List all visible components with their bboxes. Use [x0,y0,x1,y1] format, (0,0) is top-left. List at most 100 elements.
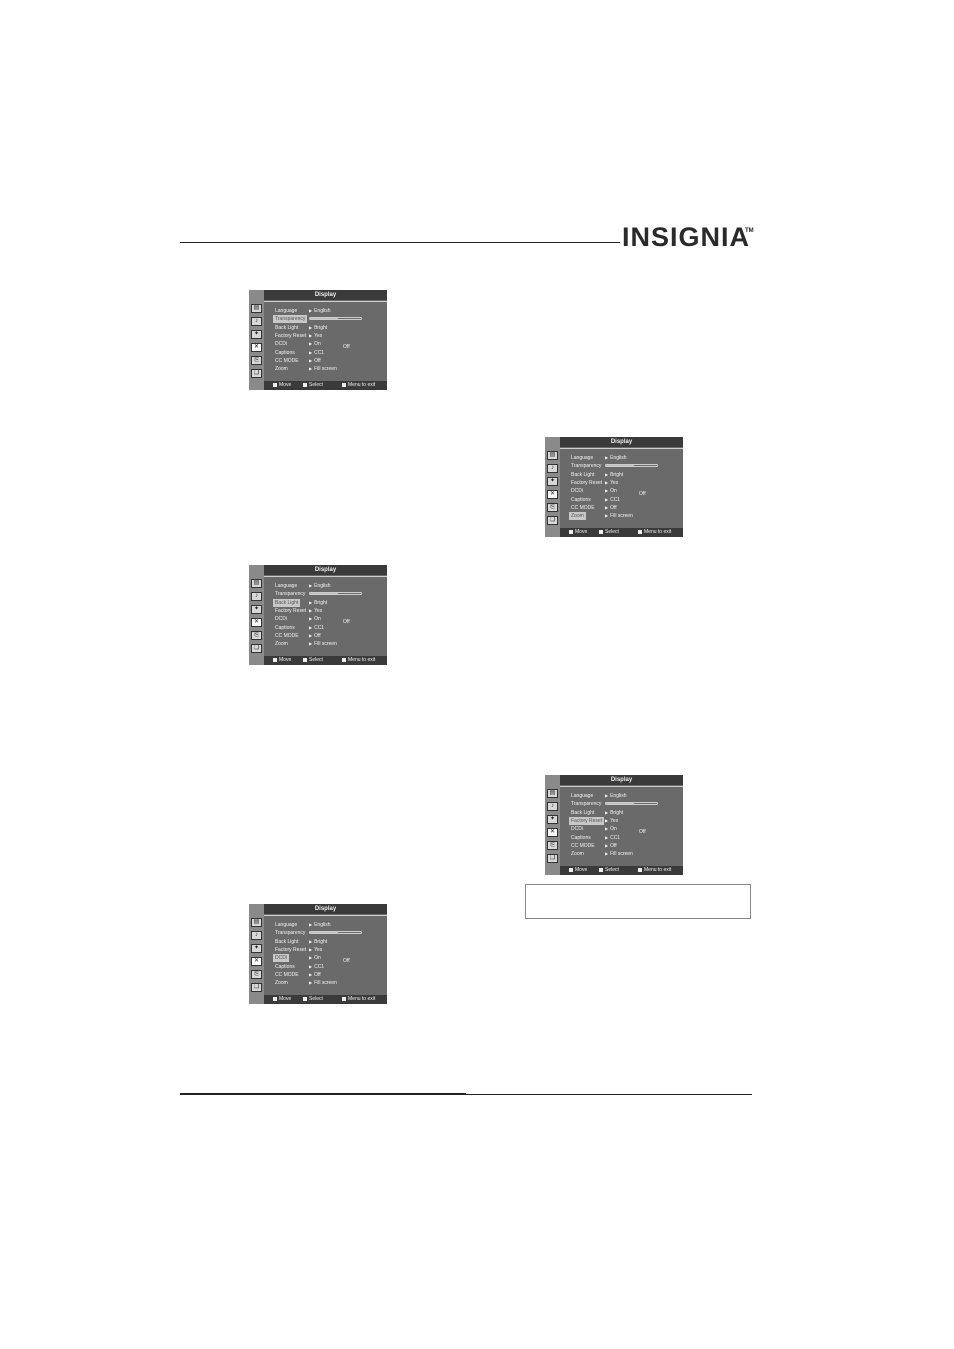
menu-row[interactable]: Back Light ▶ Bright [264,324,387,332]
menu-row[interactable]: Language ▶ English [560,454,683,462]
menu-row[interactable]: CC MODE ▶ Off [264,357,387,365]
menu-row[interactable]: Factory Reset ▶ Yes [264,607,387,615]
parental-icon[interactable]: ❑ [547,854,558,863]
menu-row[interactable]: Zoom ▶ Fill screen [560,512,683,521]
transparency-slider[interactable] [309,592,362,596]
menu-row[interactable]: Transparency [264,315,387,324]
osd-menu-zoom: ▤ ♪ ✦ ✕ ⎘ ❑ Display Language ▶ English Transparenc… [545,437,683,537]
menu-row[interactable]: CC MODE ▶ Off [264,971,387,979]
sound-icon[interactable]: ♪ [251,592,262,601]
picture-icon[interactable]: ▤ [251,918,262,927]
menu-row[interactable]: CC MODE ▶ Off [560,504,683,512]
menu-row[interactable]: Language ▶ English [264,582,387,590]
menu-row[interactable]: Language ▶ English [264,921,387,929]
footer-hint-select: Select [303,995,323,1004]
menu-row[interactable]: Transparency [264,590,387,598]
menu-key-icon [342,996,346,1001]
menu-row-label: Captions [571,496,591,503]
picture-icon[interactable]: ▤ [547,451,558,460]
menu-row[interactable]: Factory Reset ▶ Yes [560,816,683,825]
footer-hint-text: Move [575,529,588,535]
menu-row[interactable]: DCDi ▶ On [264,615,387,623]
menu-row-label: CC MODE [275,971,299,978]
menu-row[interactable]: Back Light ▶ Bright [264,598,387,607]
menu-row[interactable]: CC MODE ▶ Off [264,632,387,640]
transparency-slider[interactable] [309,931,362,935]
parental-icon[interactable]: ❑ [251,369,262,378]
menu-row[interactable]: DCDi ▶ On [560,825,683,833]
sound-icon[interactable]: ♪ [547,464,558,473]
input-icon[interactable]: ⎘ [251,970,262,979]
setup-icon[interactable]: ✕ [251,618,262,627]
menu-row[interactable]: Captions ▶ CC1 [560,496,683,504]
channel-icon[interactable]: ✦ [547,815,558,824]
right-arrow-icon: ▶ [605,809,609,815]
menu-row[interactable]: CC MODE ▶ Off [560,842,683,850]
menu-row[interactable]: Transparency [560,800,683,808]
right-arrow-icon: ▶ [309,349,313,355]
transparency-slider[interactable] [309,317,362,321]
channel-icon[interactable]: ✦ [251,605,262,614]
menu-row-label: Language [275,308,298,314]
menu-row[interactable]: Transparency [264,929,387,937]
input-icon[interactable]: ⎘ [251,631,262,640]
picture-icon[interactable]: ▤ [251,579,262,588]
menu-row-value: ▶ Bright [605,471,623,479]
menu-row[interactable]: Factory Reset ▶ Yes [264,332,387,340]
input-icon[interactable]: ⎘ [251,356,262,365]
setup-icon[interactable]: ✕ [251,343,262,352]
picture-icon[interactable]: ▤ [251,304,262,313]
transparency-slider[interactable] [605,464,658,468]
setup-icon[interactable]: ✕ [251,957,262,966]
menu-row[interactable]: DCDi ▶ On [264,954,387,963]
menu-row[interactable]: Captions ▶ CC1 [264,963,387,971]
parental-icon[interactable]: ❑ [251,644,262,653]
menu-row[interactable]: Language ▶ English [264,307,387,315]
menu-row-label: Factory Reset [275,946,307,953]
menu-row[interactable]: DCDi ▶ On [264,340,387,348]
menu-row[interactable]: Language ▶ English [560,792,683,800]
menu-row[interactable]: Back Light ▶ Bright [264,938,387,946]
setup-icon[interactable]: ✕ [547,828,558,837]
menu-row[interactable]: Zoom ▶ Fill screen [560,850,683,858]
menu-row[interactable]: Captions ▶ CC1 [560,834,683,842]
right-arrow-icon: ▶ [309,938,313,944]
menu-row[interactable]: Transparency [560,462,683,470]
parental-icon[interactable]: ❑ [547,516,558,525]
menu-row-value: ▶ Yes [605,479,618,487]
sound-icon[interactable]: ♪ [251,931,262,940]
title-divider [264,576,387,577]
menu-row-label: Captions [275,349,295,356]
trademark-mark: TM [745,228,754,234]
menu-row[interactable]: Factory Reset ▶ Yes [264,946,387,954]
channel-icon[interactable]: ✦ [251,944,262,953]
menu-row[interactable]: Zoom ▶ Fill screen [264,365,387,373]
channel-icon[interactable]: ✦ [251,330,262,339]
channel-icon[interactable]: ✦ [547,477,558,486]
menu-row[interactable]: Captions ▶ CC1 [264,624,387,632]
right-arrow-icon: ▶ [605,817,609,823]
select-key-icon [303,996,307,1001]
menu-row[interactable]: Back Light ▶ Bright [560,471,683,479]
menu-row[interactable]: Captions ▶ CC1 [264,349,387,357]
picture-icon[interactable]: ▤ [547,789,558,798]
menu-row[interactable]: Zoom ▶ Fill screen [264,979,387,987]
sound-icon[interactable]: ♪ [251,317,262,326]
menu-row-label: Factory Reset [275,607,307,614]
menu-row[interactable]: Zoom ▶ Fill screen [264,640,387,648]
transparency-slider[interactable] [605,802,658,806]
setup-icon[interactable]: ✕ [547,490,558,499]
footer-hint-text: Move [279,996,292,1002]
menu-row-value-text: On [314,616,321,623]
right-arrow-icon: ▶ [309,324,313,330]
menu-row[interactable]: DCDi ▶ On [560,487,683,495]
input-icon[interactable]: ⎘ [547,841,558,850]
menu-row-value: ▶ Off [309,357,321,365]
parental-icon[interactable]: ❑ [251,983,262,992]
menu-row-label: Back Light [275,324,299,331]
menu-row[interactable]: Factory Reset ▶ Yes [560,479,683,487]
menu-row[interactable]: Back Light ▶ Bright [560,809,683,817]
menu-row-label: Transparency [571,463,602,470]
sound-icon[interactable]: ♪ [547,802,558,811]
input-icon[interactable]: ⎘ [547,503,558,512]
